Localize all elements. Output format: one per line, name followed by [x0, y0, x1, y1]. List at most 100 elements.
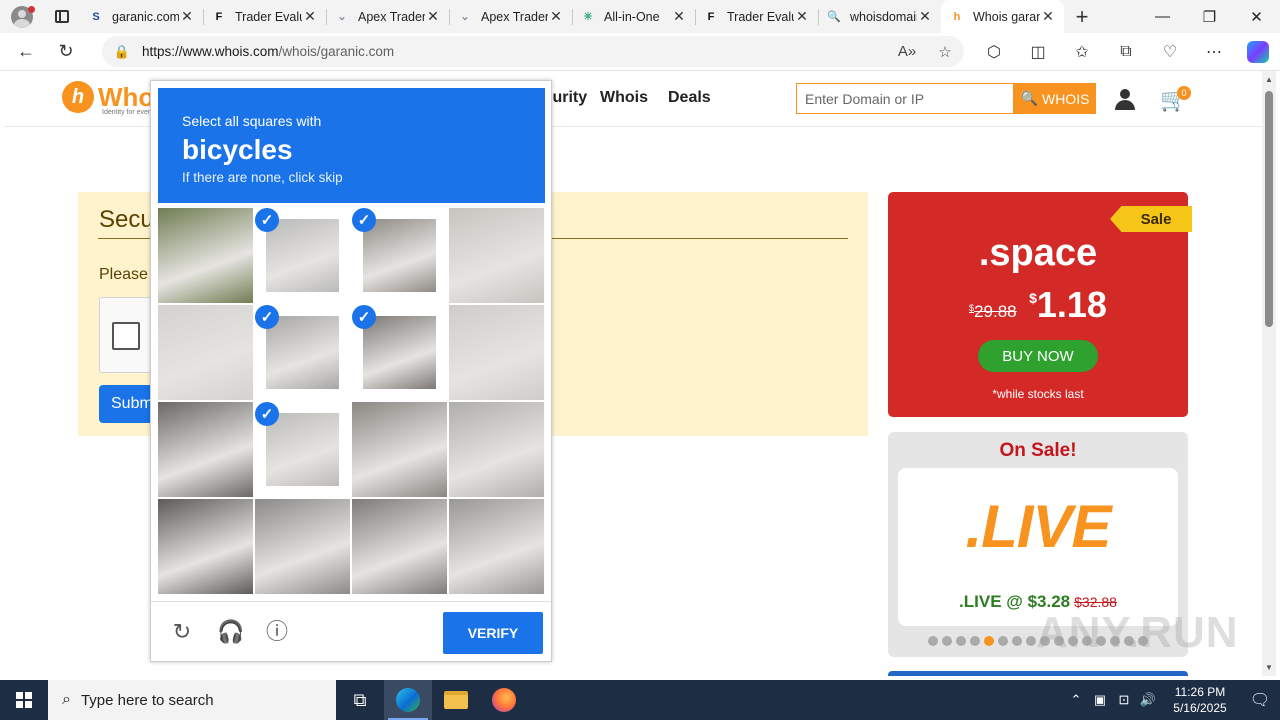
collections-icon[interactable]: ⧉ — [1104, 43, 1148, 61]
close-tab-icon[interactable]: ✕ — [671, 8, 687, 25]
challenge-tile[interactable]: ✓ — [255, 208, 350, 303]
browser-tab[interactable]: ✳ All-in-One ✕ — [572, 0, 695, 33]
carousel-dot[interactable] — [970, 636, 980, 646]
clock[interactable]: 11:26 PM 5/16/2025 — [1160, 684, 1240, 716]
copilot-icon[interactable] — [1247, 41, 1269, 63]
verify-button[interactable]: VERIFY — [443, 612, 543, 654]
browser-tab-bar: Sgaranic.com✕FTrader Evaluation✕⌄Apex Tr… — [0, 0, 1280, 33]
challenge-tile[interactable]: ✓ — [255, 305, 350, 400]
live-offer[interactable]: .LIVE .LIVE @ $3.28 $32.88 — [898, 468, 1178, 626]
audio-challenge-icon[interactable]: 🎧 — [217, 619, 244, 645]
challenge-tile[interactable]: ✓ — [352, 208, 447, 303]
browser-tab[interactable]: F Trader Evaluation✕ — [695, 0, 818, 33]
carousel-dot[interactable] — [998, 636, 1008, 646]
challenge-tile[interactable]: ✓ — [449, 402, 544, 497]
challenge-tile[interactable]: ✓ — [449, 499, 544, 594]
carousel-dot[interactable] — [928, 636, 938, 646]
scroll-up-icon[interactable]: ▲ — [1265, 75, 1273, 84]
nav-whois[interactable]: Whois — [600, 89, 648, 107]
recaptcha-checkbox[interactable] — [112, 322, 140, 350]
task-view-icon[interactable]: ⧉ — [336, 680, 384, 720]
windows-taskbar: ⌕ Type here to search ⧉ ⌃ ▣ ⊡ 🔊 11:26 PM… — [0, 680, 1280, 720]
buy-now-button[interactable]: BUY NOW — [978, 340, 1098, 372]
tile-image — [158, 499, 253, 594]
edge-taskbar-button[interactable] — [384, 680, 432, 720]
browser-tab[interactable]: F Trader Evaluation✕ — [203, 0, 326, 33]
space-promo-card[interactable]: Sale .space $29.88 $1.18 BUY NOW *while … — [888, 192, 1192, 417]
carousel-dot[interactable] — [1012, 636, 1022, 646]
nav-deals[interactable]: Deals — [668, 89, 711, 107]
file-explorer-button[interactable] — [432, 680, 480, 720]
tab-label: garanic.com — [112, 9, 179, 24]
search-icon: ⌕ — [62, 691, 71, 708]
challenge-tile[interactable]: ✓ — [449, 208, 544, 303]
tab-actions-icon — [55, 10, 69, 23]
carousel-dot[interactable] — [1026, 636, 1036, 646]
security-prompt: Please — [99, 266, 148, 283]
whois-search-button[interactable]: 🔍 WHOIS — [1014, 83, 1096, 114]
page-scrollbar[interactable]: ▲ ▼ — [1262, 71, 1276, 676]
favorites-icon[interactable]: ✩ — [1060, 42, 1104, 62]
close-window-icon[interactable]: ✕ — [1233, 8, 1280, 26]
reload-icon[interactable]: ↻ — [169, 619, 195, 645]
lock-icon[interactable]: 🔒 — [102, 44, 142, 60]
challenge-tile[interactable]: ✓ — [352, 499, 447, 594]
browser-tab[interactable]: ⌄ Apex Trader ✕ — [326, 0, 449, 33]
browser-tab[interactable]: 🔍 whoisdomain ✕ — [818, 0, 941, 33]
url-text[interactable]: https://www.whois.com/whois/garanic.com — [142, 44, 888, 59]
device-icon[interactable]: ▣ — [1088, 692, 1112, 708]
notifications-icon[interactable]: 🗨 — [1240, 690, 1280, 710]
space-price: $29.88 $1.18 — [888, 284, 1188, 326]
close-tab-icon[interactable]: ✕ — [917, 8, 933, 25]
taskbar-search[interactable]: ⌕ Type here to search — [48, 680, 336, 720]
challenge-skip-hint: If there are none, click skip — [182, 170, 343, 185]
close-tab-icon[interactable]: ✕ — [179, 8, 195, 25]
chevron-up-icon[interactable]: ⌃ — [1064, 692, 1088, 708]
profile-button[interactable] — [0, 0, 44, 33]
browser-tab[interactable]: Sgaranic.com ✕ — [80, 0, 203, 33]
challenge-tile[interactable]: ✓ — [158, 402, 253, 497]
volume-icon[interactable]: 🔊 — [1136, 692, 1160, 708]
apex-icon: ⌄ — [337, 11, 347, 23]
scroll-thumb[interactable] — [1265, 91, 1273, 327]
browser-tab[interactable]: ⌄ Apex Trader ✕ — [449, 0, 572, 33]
url-bar[interactable]: 🔒 https://www.whois.com/whois/garanic.co… — [102, 36, 964, 67]
tab-actions-button[interactable] — [44, 10, 80, 23]
challenge-tile[interactable]: ✓ — [352, 305, 447, 400]
start-button[interactable] — [0, 680, 48, 720]
firefox-button[interactable] — [480, 680, 528, 720]
new-tab-button[interactable]: + — [1064, 4, 1100, 30]
refresh-icon[interactable]: ↻ — [46, 41, 86, 62]
favorite-star-icon[interactable]: ☆ — [926, 43, 964, 61]
challenge-tile[interactable]: ✓ — [255, 499, 350, 594]
carousel-dot[interactable] — [942, 636, 952, 646]
challenge-tile[interactable]: ✓ — [255, 402, 350, 497]
browser-tab[interactable]: h Whois garanic.com✕ — [941, 0, 1064, 33]
minimize-icon[interactable]: — — [1139, 8, 1186, 26]
more-menu-icon[interactable]: ⋯ — [1192, 42, 1236, 62]
challenge-tile[interactable]: ✓ — [352, 402, 447, 497]
read-aloud-icon[interactable]: A» — [888, 43, 926, 60]
challenge-tile[interactable]: ✓ — [158, 499, 253, 594]
carousel-dot[interactable] — [984, 636, 994, 646]
challenge-tile[interactable]: ✓ — [449, 305, 544, 400]
close-tab-icon[interactable]: ✕ — [425, 8, 441, 25]
close-tab-icon[interactable]: ✕ — [794, 8, 810, 25]
back-icon[interactable]: ← — [6, 41, 46, 62]
extensions-icon[interactable]: ⬡ — [972, 42, 1016, 62]
account-icon[interactable] — [1114, 89, 1136, 111]
split-screen-icon[interactable]: ◫ — [1016, 42, 1060, 62]
network-icon[interactable]: ⊡ — [1112, 692, 1136, 708]
restore-icon[interactable]: ❐ — [1186, 8, 1233, 26]
tile-image — [266, 316, 339, 389]
challenge-tile[interactable]: ✓ — [158, 208, 253, 303]
performance-icon[interactable]: ♡ — [1148, 42, 1192, 62]
close-tab-icon[interactable]: ✕ — [548, 8, 564, 25]
info-icon[interactable]: ⓘ — [264, 619, 290, 645]
close-tab-icon[interactable]: ✕ — [302, 8, 318, 25]
close-tab-icon[interactable]: ✕ — [1040, 8, 1056, 25]
scroll-down-icon[interactable]: ▼ — [1265, 663, 1273, 672]
domain-search-input[interactable] — [796, 83, 1014, 114]
challenge-tile[interactable]: ✓ — [158, 305, 253, 400]
carousel-dot[interactable] — [956, 636, 966, 646]
